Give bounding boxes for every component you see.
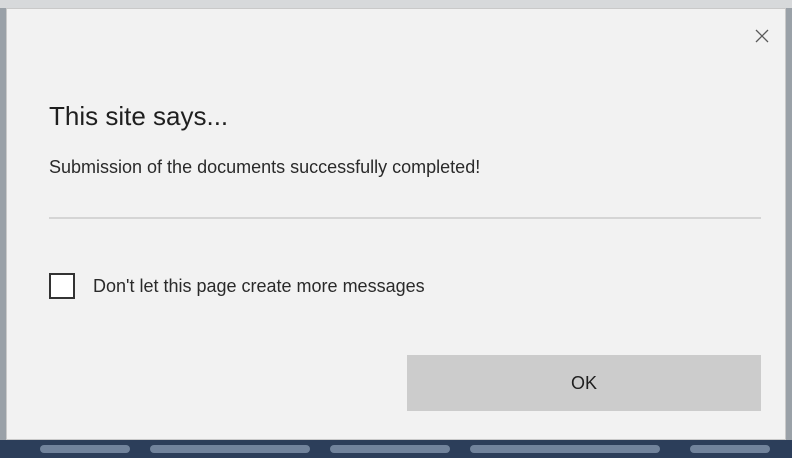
divider — [49, 217, 761, 219]
suppress-messages-checkbox[interactable] — [49, 273, 75, 299]
background-page-top — [0, 0, 792, 8]
background-blur — [470, 445, 660, 453]
background-blur — [150, 445, 310, 453]
alert-dialog: This site says... Submission of the docu… — [6, 8, 786, 440]
dialog-title: This site says... — [49, 101, 229, 131]
background-blur — [40, 445, 130, 453]
background-page-bottom — [0, 440, 792, 458]
ok-button[interactable]: OK — [407, 355, 761, 411]
background-blur — [690, 445, 770, 453]
close-button[interactable] — [747, 23, 777, 53]
suppress-messages-option[interactable]: Don't let this page create more messages — [49, 273, 425, 299]
background-blur — [330, 445, 450, 453]
dialog-message: Submission of the documents successfully… — [49, 157, 481, 177]
close-icon — [755, 29, 769, 48]
suppress-messages-label: Don't let this page create more messages — [93, 275, 425, 296]
